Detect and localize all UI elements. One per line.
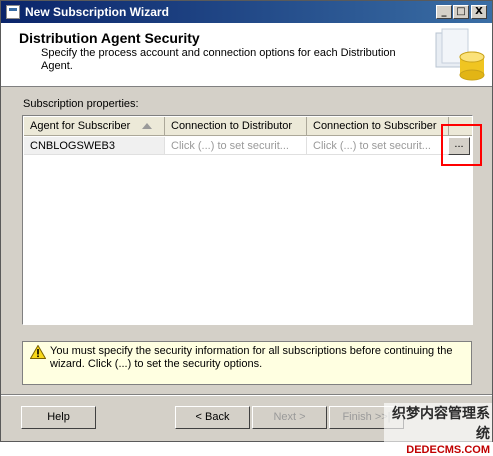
next-button[interactable]: Next > <box>252 406 327 429</box>
agent-cell[interactable]: CNBLOGSWEB3 <box>24 137 165 155</box>
highlight-annotation <box>441 124 482 166</box>
database-wizard-icon <box>435 28 485 81</box>
back-button[interactable]: < Back <box>175 406 250 429</box>
watermark-line1: 织梦内容管理系统 <box>384 403 492 443</box>
page-description: Specify the process account and connecti… <box>41 47 396 72</box>
help-button[interactable]: Help <box>21 406 96 429</box>
maximize-button[interactable]: □ <box>453 5 469 19</box>
page-header: Distribution Agent Security Specify the … <box>1 23 492 87</box>
window-title: New Subscription Wizard <box>25 5 169 19</box>
sort-ascending-icon <box>142 123 152 129</box>
wizard-app-icon <box>6 5 20 19</box>
footer-separator <box>1 394 492 396</box>
column-header-label: Agent for Subscriber <box>30 120 131 132</box>
watermark-line2: DEDECMS.COM <box>404 444 492 456</box>
subscriber-connection-cell[interactable]: Click (...) to set securit... <box>307 137 449 155</box>
column-header-distributor[interactable]: Connection to Distributor <box>165 117 307 136</box>
minimize-button[interactable]: _ <box>436 5 452 19</box>
page-title: Distribution Agent Security <box>19 30 200 46</box>
column-header-agent[interactable]: Agent for Subscriber <box>24 117 165 136</box>
close-button[interactable]: X <box>471 5 487 19</box>
subscription-properties-grid: Agent for Subscriber Connection to Distr… <box>22 115 473 325</box>
warning-message-box: You must specify the security informatio… <box>22 341 472 385</box>
column-header-subscriber[interactable]: Connection to Subscriber <box>307 117 449 136</box>
wizard-window: New Subscription Wizard _ □ X Distributi… <box>0 0 493 456</box>
subscription-properties-label: Subscription properties: <box>23 98 139 110</box>
distributor-connection-cell[interactable]: Click (...) to set securit... <box>165 137 307 155</box>
warning-icon <box>30 345 46 359</box>
watermark: 织梦内容管理系统 DEDECMS.COM <box>384 403 492 456</box>
title-bar[interactable]: New Subscription Wizard _ □ X <box>1 1 492 23</box>
warning-text: You must specify the security informatio… <box>50 345 453 370</box>
